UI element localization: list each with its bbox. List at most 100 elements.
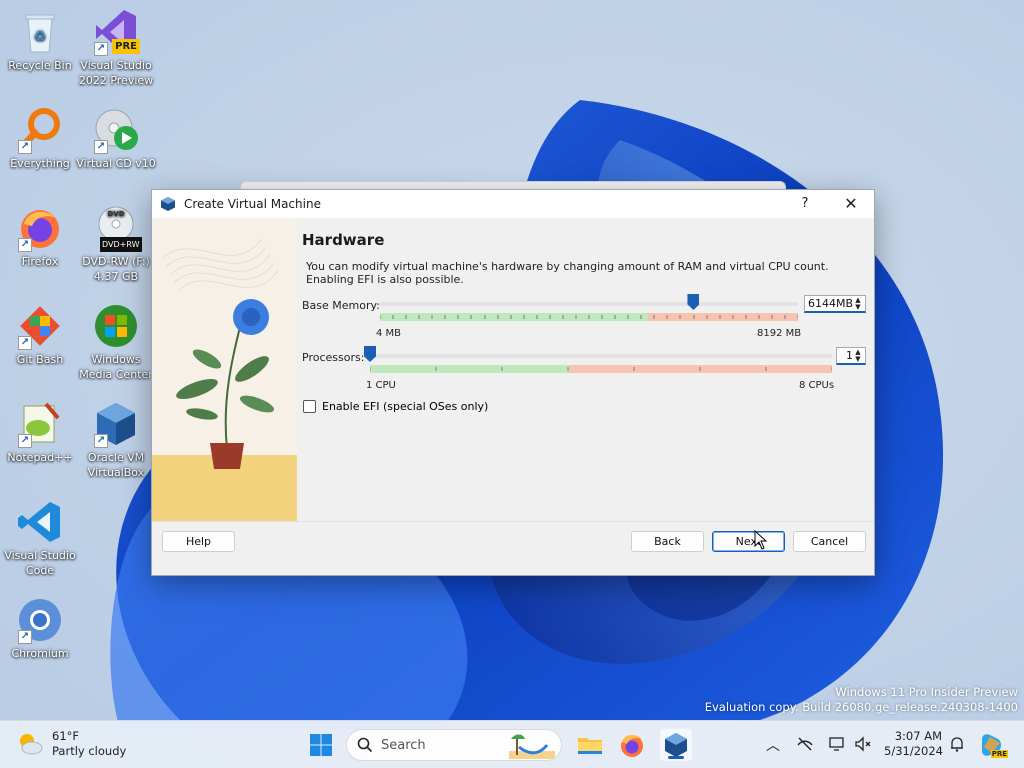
clock-date: 5/31/2024 [884, 744, 943, 758]
desktop-icon-everything[interactable]: ↗ Everything [0, 106, 80, 171]
processors-slider-thumb[interactable] [364, 346, 376, 362]
desktop-icon-dvd-drive[interactable]: DVD DVD+RW DVD-RW (F:) 4.37 GB [76, 204, 156, 284]
shortcut-arrow-icon: ↗ [18, 434, 32, 448]
processors-slider[interactable] [370, 354, 832, 358]
base-memory-slider-thumb[interactable] [687, 294, 700, 310]
search-placeholder: Search [381, 737, 426, 753]
desktop-icon-virtual-cd[interactable]: ↗ Virtual CD v10 [76, 106, 156, 171]
taskbar-firefox[interactable] [616, 729, 648, 761]
desktop-icon-visual-studio[interactable]: PRE ↗ Visual Studio 2022 Preview [76, 8, 156, 88]
enable-efi-label[interactable]: Enable EFI (special OSes only) [322, 400, 488, 413]
base-memory-max-label: 8192 MB [757, 328, 802, 339]
desktop-icon-label: Recycle Bin [8, 59, 72, 72]
copilot-button[interactable]: PRE [978, 729, 1008, 761]
desktop-icon-notepad-plus-plus[interactable]: ↗ Notepad++ [0, 400, 80, 465]
notification-bell-icon[interactable] [948, 735, 966, 753]
processors-value[interactable]: 1 [840, 349, 853, 362]
desktop-icon-label: Everything [10, 157, 70, 170]
desktop-icon-virtualbox[interactable]: ↗ Oracle VM VirtualBox [76, 400, 156, 480]
notepad-plus-plus-icon: ↗ [16, 400, 64, 448]
evaluation-watermark: Windows 11 Pro Insider Preview Evaluatio… [705, 685, 1018, 715]
close-icon[interactable]: ✕ [836, 190, 866, 218]
desktop-icon-label: Git Bash [16, 353, 64, 366]
help-icon[interactable]: ? [794, 190, 816, 218]
desktop-icon-label: Visual Studio 2022 Preview [78, 59, 154, 87]
desktop-icon-label: Windows Media Center [79, 353, 153, 381]
desktop-icon-chromium[interactable]: ↗ Chromium [0, 596, 80, 661]
weather-temperature: 61°F [52, 729, 79, 743]
desktop-icon-label: Firefox [21, 255, 59, 268]
enable-efi-row[interactable]: Enable EFI (special OSes only) [303, 400, 488, 413]
start-button[interactable] [305, 729, 337, 761]
network-disconnected-icon[interactable] [796, 735, 814, 753]
desktop-icon-label: Virtual CD v10 [76, 157, 156, 170]
show-hidden-icons-chevron-icon[interactable]: ︿ [766, 735, 780, 755]
copilot-pre-badge: PRE [990, 750, 1008, 758]
dvd-disc-icon: DVD DVD+RW [92, 204, 142, 252]
cancel-button[interactable]: Cancel [793, 531, 866, 552]
pre-badge: PRE [112, 39, 140, 54]
volume-muted-icon[interactable] [854, 735, 872, 753]
help-button[interactable]: Help [162, 531, 235, 552]
desktop-icon-vscode[interactable]: Visual Studio Code [0, 498, 80, 578]
base-memory-label: Base Memory: [302, 299, 380, 312]
display-icon[interactable] [828, 735, 846, 753]
recycle-bin-icon: ♻ [16, 8, 64, 56]
back-button[interactable]: Back [631, 531, 704, 552]
dvd-rw-badge: DVD+RW [100, 237, 142, 252]
shortcut-arrow-icon: ↗ [18, 140, 32, 154]
base-memory-value[interactable]: 6144 [808, 297, 836, 310]
partly-cloudy-icon [20, 734, 43, 755]
description-line-2: Enabling EFI is also possible. [306, 273, 464, 286]
desktop-icon-label: Chromium [11, 647, 69, 660]
plant-illustration [152, 238, 297, 523]
desktop-icon-label: Oracle VM VirtualBox [87, 451, 145, 479]
vscode-icon [16, 498, 64, 546]
cd-play-icon: ↗ [92, 106, 140, 154]
shortcut-arrow-icon: ↗ [18, 336, 32, 350]
desktop-icon-label: Notepad++ [7, 451, 73, 464]
beach-hammock-icon [509, 734, 555, 759]
base-memory-slider[interactable] [380, 302, 798, 306]
mouse-cursor-icon [754, 530, 768, 550]
taskbar-file-explorer[interactable] [574, 729, 606, 761]
spin-arrows-icon[interactable]: ▲ ▼ [853, 297, 863, 311]
taskbar: 61°F Partly cloudy Search ︿ 3:07 AM 5/31… [0, 720, 1024, 768]
base-memory-ticks [380, 315, 798, 319]
weather-widget[interactable]: 61°F Partly cloudy [16, 729, 126, 759]
processors-min-label: 1 CPU [366, 380, 396, 391]
chromium-icon: ↗ [16, 596, 64, 644]
desktop-icon-firefox[interactable]: ↗ Firefox [0, 204, 80, 269]
shortcut-arrow-icon: ↗ [18, 630, 32, 644]
svg-text:DVD: DVD [107, 210, 124, 218]
processors-ticks [370, 367, 832, 371]
description-line-1: You can modify virtual machine's hardwar… [306, 260, 829, 273]
spin-arrows-icon[interactable]: ▲ ▼ [853, 349, 863, 363]
magnifier-icon: ↗ [16, 106, 64, 154]
taskbar-virtualbox[interactable] [660, 729, 692, 761]
next-button[interactable]: Next [712, 531, 785, 552]
dialog-titlebar: Create Virtual Machine ? ✕ [152, 190, 874, 218]
enable-efi-checkbox[interactable] [303, 400, 316, 413]
page-title: Hardware [302, 231, 385, 249]
desktop-icon-windows-media-center[interactable]: Windows Media Center [76, 302, 156, 382]
running-indicator [668, 756, 684, 759]
firefox-icon [621, 735, 643, 757]
weather-description: Partly cloudy [52, 744, 127, 758]
windows-media-center-icon [92, 302, 140, 350]
firefox-icon: ↗ [16, 204, 64, 252]
virtualbox-icon [161, 197, 175, 211]
desktop-icon-recycle-bin[interactable]: ♻ Recycle Bin [0, 8, 80, 73]
desktop-icon-git-bash[interactable]: ↗ Git Bash [0, 302, 80, 367]
taskbar-clock[interactable]: 3:07 AM 5/31/2024 [884, 729, 943, 759]
shortcut-arrow-icon: ↗ [18, 238, 32, 252]
base-memory-spinbox[interactable]: 6144MB ▲ ▼ [804, 295, 866, 313]
create-vm-dialog: Create Virtual Machine ? ✕ Hardware You … [151, 189, 875, 576]
wizard-content: Hardware You can modify virtual machine'… [302, 219, 874, 523]
watermark-line-2: Evaluation copy. Build 26080.ge_release.… [704, 700, 1018, 714]
processors-max-label: 8 CPUs [799, 380, 835, 391]
processors-spinbox[interactable]: 1 ▲ ▼ [836, 347, 866, 365]
taskbar-search[interactable]: Search [346, 729, 562, 761]
page-description: You can modify virtual machine's hardwar… [306, 260, 829, 286]
folder-icon [578, 738, 602, 754]
